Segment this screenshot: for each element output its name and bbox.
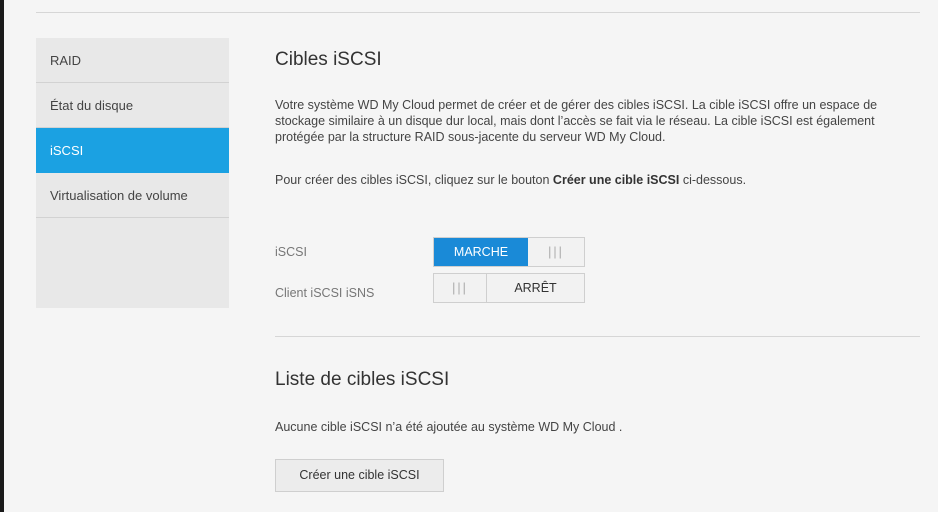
isns-label: Client iSCSI iSNS [275, 286, 375, 300]
iscsi-toggle[interactable]: MARCHE ||| [433, 237, 585, 267]
window-edge [0, 0, 4, 512]
instruction-bold: Créer une cible iSCSI [552, 173, 680, 187]
instruction-suffix: ci-dessous. [679, 173, 747, 187]
iscsi-toggle-grip: ||| [548, 245, 564, 259]
sidebar-item-raid[interactable]: RAID [36, 38, 229, 83]
description: Votre système WD My Cloud permet de crée… [275, 98, 878, 144]
isns-toggle[interactable]: ||| ARRÊT [433, 273, 585, 303]
sidebar-item-disk-status[interactable]: État du disque [36, 83, 229, 128]
top-divider [36, 12, 920, 13]
isns-toggle-state: ARRÊT [514, 281, 557, 295]
iscsi-toggle-state: MARCHE [434, 238, 528, 266]
empty-message: Aucune cible iSCSI n’a été ajoutée au sy… [275, 420, 623, 434]
list-title: Liste de cibles iSCSI [275, 369, 450, 390]
page-title: Cibles iSCSI [275, 49, 382, 70]
create-target-button[interactable]: Créer une cible iSCSI [275, 459, 444, 492]
sidebar: RAID État du disque iSCSI Virtualisation… [36, 38, 229, 308]
sidebar-item-iscsi[interactable]: iSCSI [36, 128, 229, 173]
isns-toggle-grip: ||| [434, 274, 487, 302]
instruction: Pour créer des cibles iSCSI, cliquez sur… [275, 173, 746, 187]
sidebar-item-volume-virtualization[interactable]: Virtualisation de volume [36, 173, 229, 218]
section-divider [275, 336, 920, 337]
iscsi-label: iSCSI [275, 245, 307, 259]
instruction-prefix: Pour créer des cibles iSCSI, cliquez sur… [275, 173, 553, 187]
